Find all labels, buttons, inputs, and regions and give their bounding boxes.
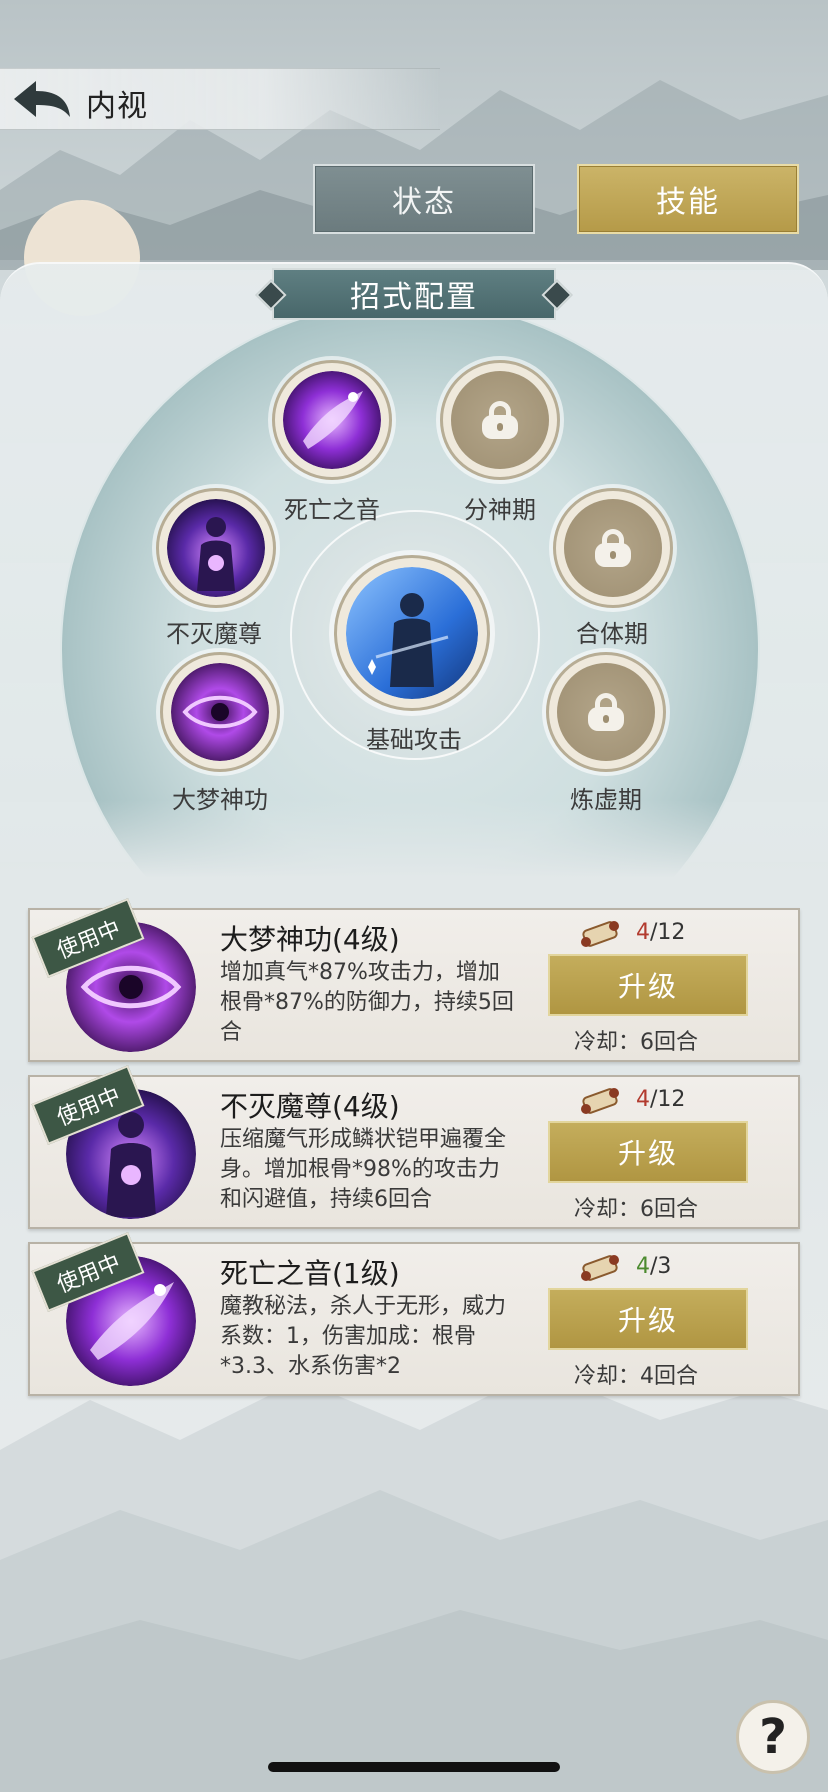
upgrade-button[interactable]: 升级 [548,1288,748,1350]
upgrade-button[interactable]: 升级 [548,954,748,1016]
slot-label-lianxu: 炼虚期 [570,786,642,814]
slot-locked-fenshen[interactable] [440,360,560,480]
home-indicator [268,1762,560,1772]
demon-lord-icon [167,499,265,597]
back-arrow-icon [14,81,70,117]
skill-name: 不灭魔尊(4级) [220,1090,400,1123]
count-current: 4 [636,1087,650,1112]
count-current: 4 [636,1254,650,1279]
slot-label-heti: 合体期 [576,620,648,648]
lock-icon [480,401,520,439]
tab-skills[interactable]: 技能 [577,164,799,234]
skill-description: 压缩魔气形成鳞状铠甲遍覆全身。增加根骨*98%的攻击力和闪避值，持续6回合 [220,1127,507,1212]
top-bar: 内视 [0,68,440,130]
cooldown-text: 冷却：4回合 [574,1364,698,1389]
slot-locked-lianxu[interactable] [546,652,666,772]
cooldown-text: 冷却：6回合 [574,1030,698,1055]
scroll-icon [581,921,619,947]
slot-label-demon-lord: 不灭魔尊 [166,620,262,648]
skill-book-count: 4/12 [636,1087,685,1112]
skill-name: 大梦神功(4级) [220,923,400,956]
slot-death-sound[interactable] [272,360,392,480]
count-current: 4 [636,920,650,945]
help-button[interactable]: ? [736,1700,810,1774]
back-button[interactable] [10,77,74,123]
cooldown-text: 冷却：6回合 [574,1197,698,1222]
slot-demon-lord[interactable] [156,488,276,608]
dream-eye-icon [171,663,269,761]
slot-label-death-sound: 死亡之音 [284,496,380,524]
slot-label-fenshen: 分神期 [464,496,536,524]
skill-card: 使用中 死亡之音(1级) 魔教秘法，杀人于无形，威力系数：1，伤害加成：根骨*3… [28,1232,800,1396]
tab-status[interactable]: 状态 [313,164,535,234]
skill-card: 使用中 不灭魔尊(4级) 压缩魔气形成鳞状铠甲遍覆全身。增加根骨*98%的攻击力… [28,1065,800,1229]
slot-label-dream-art: 大梦神功 [172,786,268,814]
scroll-icon [581,1088,619,1114]
count-total: /3 [650,1254,672,1279]
slot-basic-attack[interactable] [334,555,490,711]
skill-book-count: 4/12 [636,920,685,945]
skill-book-count: 4/3 [636,1254,671,1279]
config-banner: 招式配置 [272,268,556,320]
scroll-icon [581,1255,619,1281]
slot-locked-heti[interactable] [553,488,673,608]
count-total: /12 [650,1087,686,1112]
skill-description: 魔教秘法，杀人于无形，威力系数：1，伤害加成：根骨*3.3、水系伤害*2 [220,1294,507,1379]
slot-label-basic-attack: 基础攻击 [366,726,462,754]
page-title: 内视 [86,89,148,124]
skill-name: 死亡之音(1级) [220,1257,400,1290]
slot-dream-art[interactable] [160,652,280,772]
death-sound-icon [283,371,381,469]
upgrade-button[interactable]: 升级 [548,1121,748,1183]
skill-description: 增加真气*87%攻击力，增加根骨*87%的防御力，持续5回合 [220,960,514,1045]
lock-icon [593,529,633,567]
skill-card: 使用中 大梦神功(4级) 增加真气*87%攻击力，增加根骨*87%的防御力，持续… [28,898,800,1062]
basic-attack-icon [346,567,478,699]
lock-icon [586,693,626,731]
count-total: /12 [650,920,686,945]
